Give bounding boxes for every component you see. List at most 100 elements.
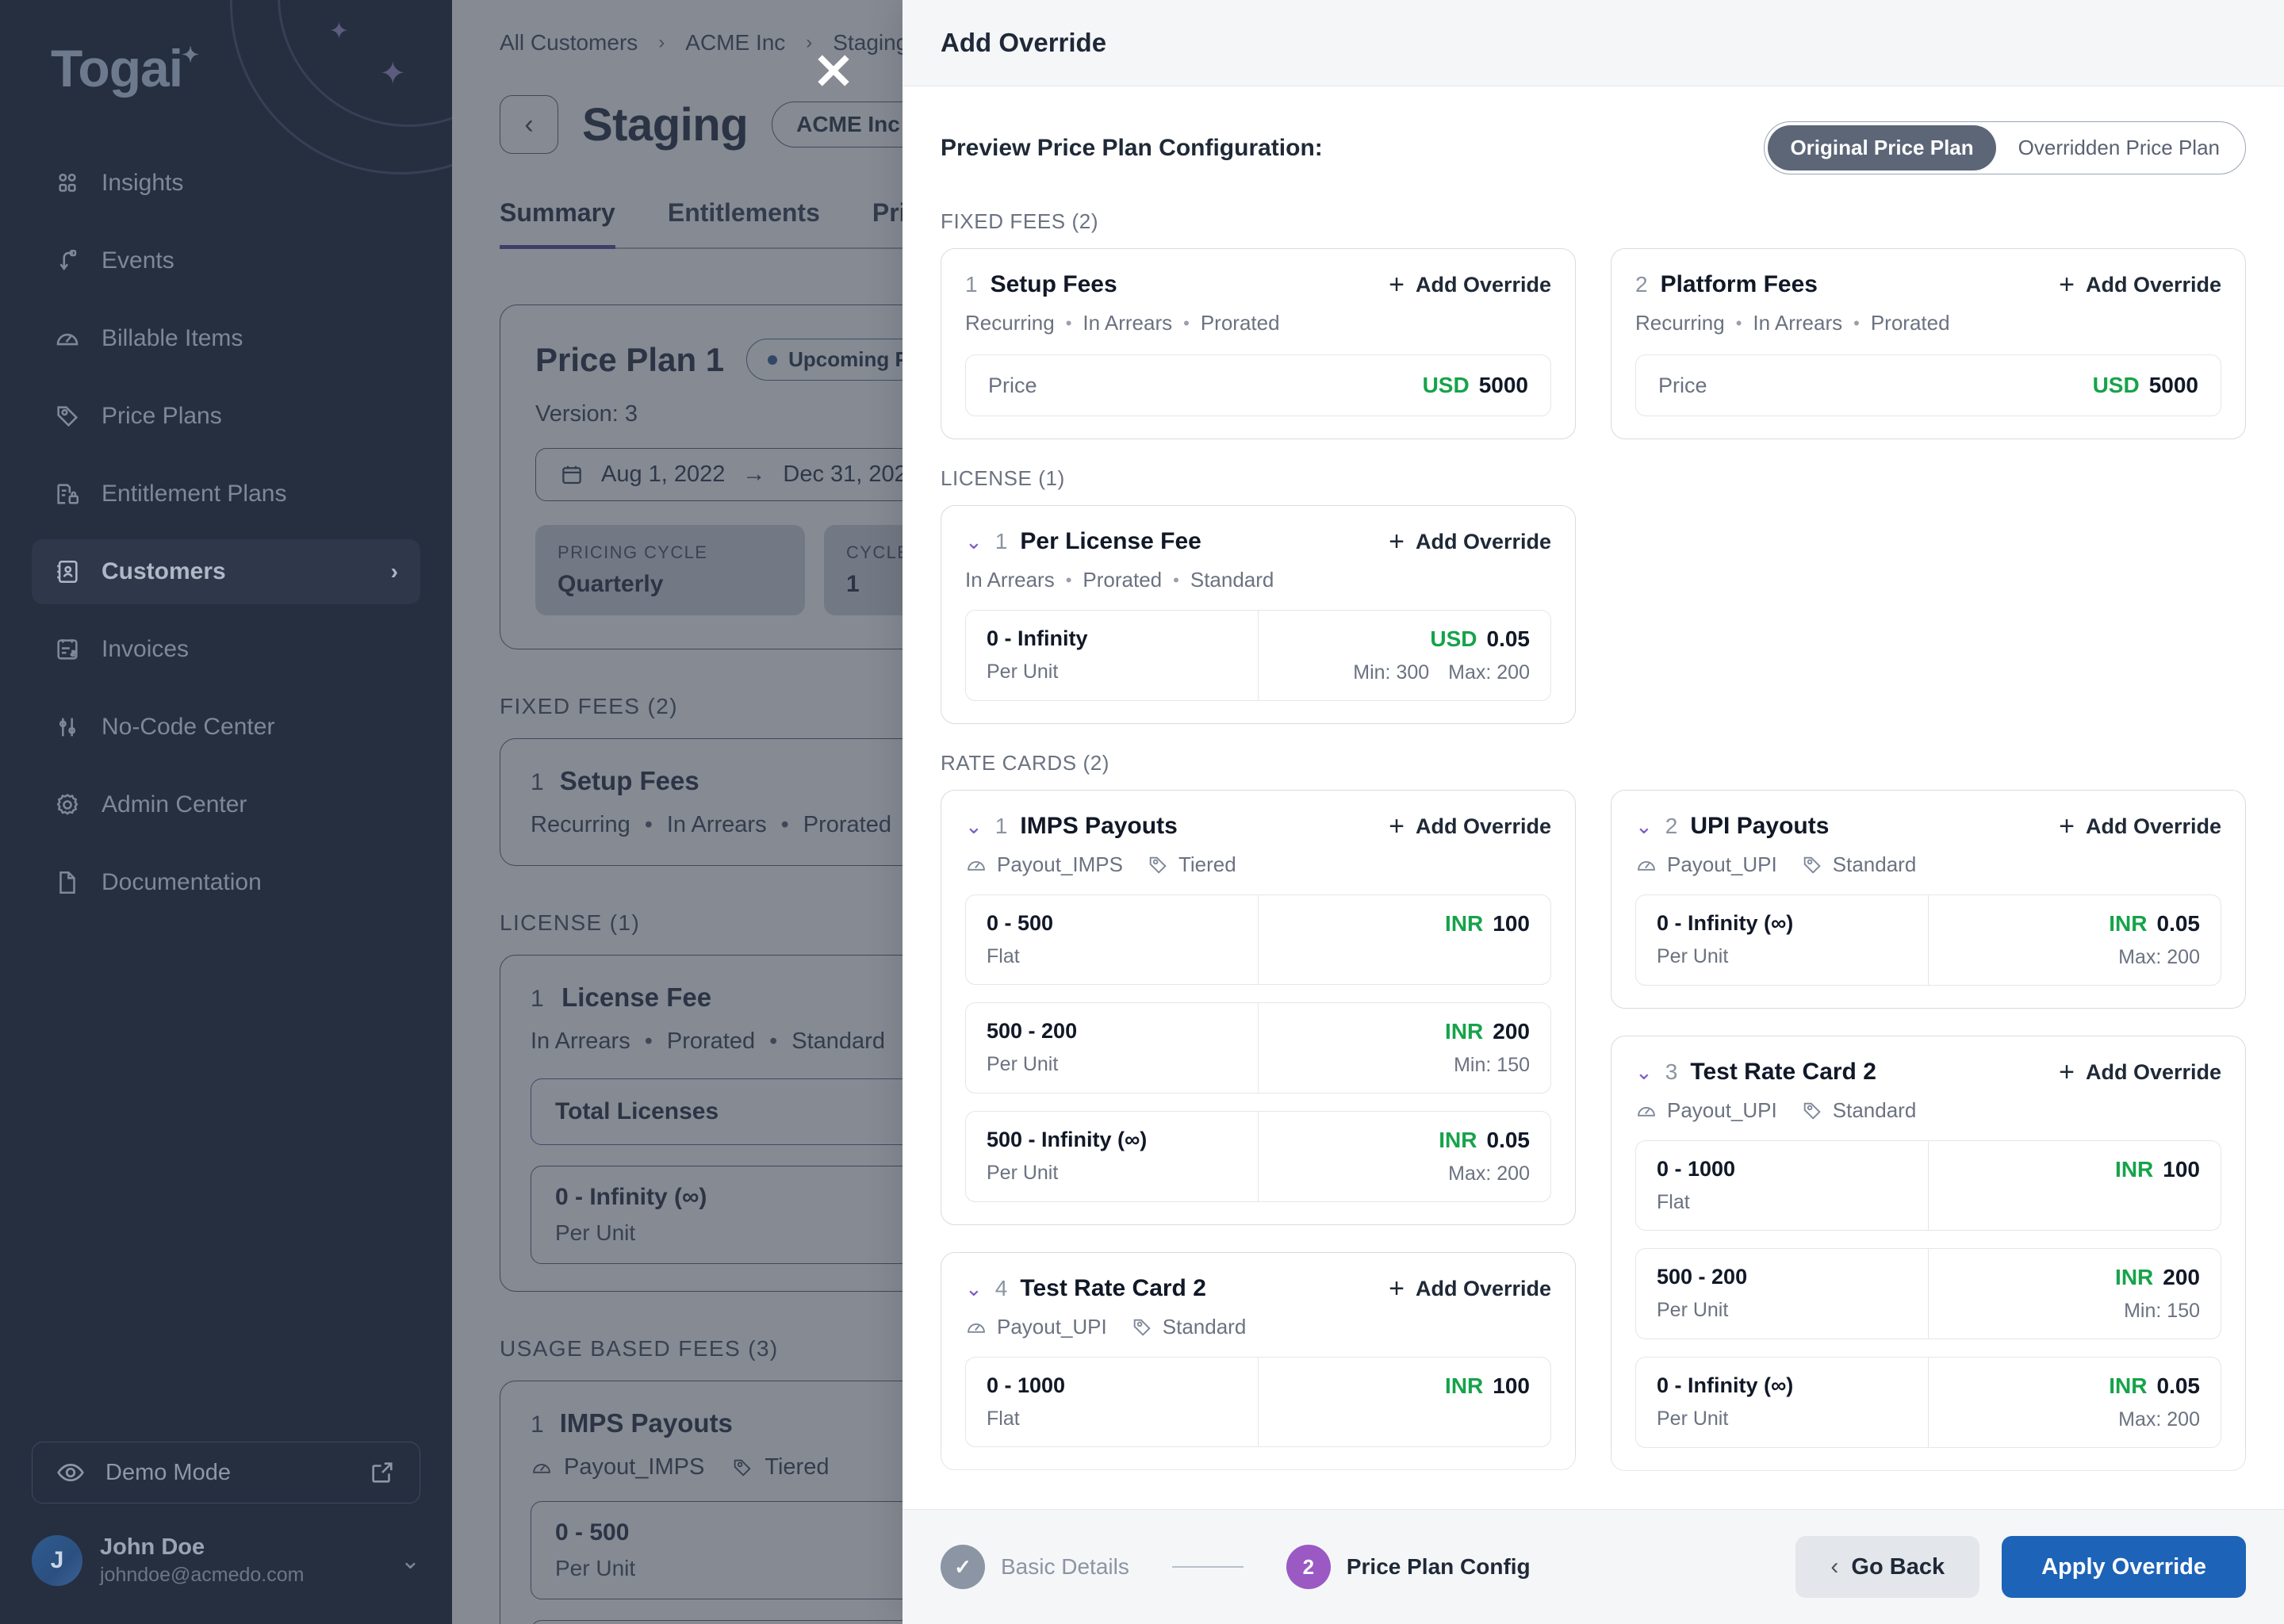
meta-item: Recurring [965, 311, 1055, 335]
price-row: Price USD 5000 [1635, 354, 2221, 416]
add-override-label: Add Override [1415, 814, 1551, 838]
chevron-down-icon[interactable]: ⌄ [1635, 816, 1653, 837]
add-override-button[interactable]: + Add Override [1389, 528, 1551, 555]
add-override-button[interactable]: + Add Override [2059, 271, 2221, 298]
step-basic-details[interactable]: ✓ Basic Details [941, 1545, 1129, 1589]
tier-amount: 200 [2163, 1265, 2200, 1289]
currency-code: INR [1445, 1019, 1484, 1044]
branch-icon [54, 247, 81, 274]
user-profile[interactable]: J John Doe johndoe@acmedo.com ⌄ [32, 1521, 420, 1600]
sidebar-item-events[interactable]: Events [32, 228, 420, 293]
tier-range: 0 - 1000 [1657, 1157, 1736, 1181]
tag-icon [1133, 1319, 1151, 1336]
sidebar-item-customers[interactable]: Customers › [32, 539, 420, 604]
sidebar-item-entitlement-plans[interactable]: Entitlement Plans [32, 462, 420, 527]
pricing-model: Standard [1832, 1098, 1917, 1122]
add-override-label: Add Override [1415, 529, 1551, 553]
tier-row: 0 - Infinity (∞) Per Unit INR 0.05 Max: 200 [1635, 894, 2221, 986]
group-label: FIXED FEES (2) [941, 209, 1099, 233]
sidebar-item-documentation[interactable]: Documentation [32, 850, 420, 915]
chevron-down-icon[interactable]: ⌄ [400, 1547, 420, 1575]
plus-icon: + [2059, 1057, 2075, 1087]
apply-override-button[interactable]: Apply Override [2002, 1536, 2246, 1598]
step-price-plan-config[interactable]: 2 Price Plan Config [1286, 1545, 1531, 1589]
fee-card-setup-fees[interactable]: 1 Setup Fees + Add Override Recurring• [941, 248, 1576, 439]
rate-card-imps-payouts[interactable]: ⌄ 1 IMPS Payouts + Add Override Payout_I… [941, 790, 1576, 1225]
gauge-icon [1638, 1106, 1655, 1116]
add-override-button[interactable]: + Add Override [1389, 813, 1551, 840]
usage-meter: Payout_IMPS [997, 852, 1123, 876]
price-label: Price [1658, 373, 1707, 397]
tier-row: 500 - Infinity (∞) Per Unit INR 0.05 Max: 2… [965, 1111, 1551, 1202]
card-number: 1 [994, 529, 1008, 553]
tag-icon [1803, 856, 1821, 874]
add-override-button[interactable]: + Add Override [1389, 1275, 1551, 1302]
usage-meter: Payout_UPI [1667, 852, 1777, 876]
fee-card-platform-fees[interactable]: 2 Platform Fees + Add Override Recurring… [1611, 248, 2246, 439]
add-override-button[interactable]: + Add Override [1389, 271, 1551, 298]
step-marker-check-icon: ✓ [941, 1545, 985, 1589]
invoice-icon [54, 636, 81, 663]
demo-mode-button[interactable]: Demo Mode [32, 1442, 420, 1503]
sidebar-item-billable-items[interactable]: Billable Items [32, 306, 420, 371]
go-back-button[interactable]: ‹ Go Back [1795, 1536, 1980, 1598]
app-logo[interactable]: Togai ✦ [51, 38, 199, 98]
tier-amount: 0.05 [2156, 1373, 2201, 1398]
group-fixed-fees: FIXED FEES (2) 1 Setup Fees + Add Overri… [941, 209, 2246, 466]
currency-code: USD [1430, 626, 1477, 651]
sidebar-item-insights[interactable]: Insights [32, 151, 420, 216]
currency-code: USD [2092, 373, 2140, 397]
plus-icon: + [2059, 811, 2075, 841]
tier-amount: 100 [1493, 911, 1530, 936]
document-icon [54, 869, 81, 896]
chevron-down-icon[interactable]: ⌄ [965, 816, 983, 837]
price-amount: 5000 [2148, 373, 2198, 397]
eye-icon [57, 1463, 84, 1482]
chevron-down-icon[interactable]: ⌄ [965, 531, 983, 552]
meta-item: Standard [1190, 568, 1274, 592]
chevron-down-icon[interactable]: ⌄ [965, 1278, 983, 1299]
meta-item: Prorated [1083, 568, 1163, 592]
currency-code: INR [1439, 1128, 1477, 1152]
add-override-label: Add Override [1415, 272, 1551, 297]
toggle-overridden-price-plan[interactable]: Overridden Price Plan [1996, 125, 2242, 170]
fee-card-per-license-fee[interactable]: ⌄ 1 Per License Fee + Add Override In Ar… [941, 505, 1576, 724]
plus-icon: + [1389, 811, 1405, 841]
sidebar-item-invoices[interactable]: Invoices [32, 617, 420, 682]
group-label: LICENSE (1) [941, 466, 1065, 490]
tier-amount: 100 [1493, 1373, 1530, 1398]
step-connector [1171, 1566, 1244, 1568]
sidebar-item-admin-center[interactable]: Admin Center [32, 772, 420, 837]
sidebar-item-label: Insights [102, 170, 184, 196]
tier-row: 0 - 1000 Flat INR 100 [965, 1357, 1551, 1447]
card-name: Platform Fees [1660, 271, 1818, 297]
decorative-ring [230, 0, 452, 174]
rate-card-test-rate-card-2-left[interactable]: ⌄ 4 Test Rate Card 2 + Add Override Payo… [941, 1252, 1576, 1470]
preview-row: Preview Price Plan Configuration: Origin… [941, 121, 2246, 174]
card-number: 4 [994, 1276, 1008, 1300]
add-override-button[interactable]: + Add Override [2059, 1059, 2221, 1086]
rate-card-upi-payouts[interactable]: ⌄ 2 UPI Payouts + Add Override Payout_UP… [1611, 790, 2246, 1009]
add-override-button[interactable]: + Add Override [2059, 813, 2221, 840]
rate-card-test-rate-card-2-right[interactable]: ⌄ 3 Test Rate Card 2 + Add Override Payo… [1611, 1036, 2246, 1471]
step-label: Basic Details [1001, 1554, 1129, 1579]
step-marker-number: 2 [1286, 1545, 1331, 1589]
chevron-right-icon: › [390, 559, 398, 584]
chevron-down-icon[interactable]: ⌄ [1635, 1062, 1653, 1082]
modal-body[interactable]: Preview Price Plan Configuration: Origin… [902, 86, 2284, 1509]
price-plan-toggle[interactable]: Original Price Plan Overridden Price Pla… [1764, 121, 2246, 174]
card-name: Test Rate Card 2 [1690, 1059, 1876, 1085]
modal-header: Add Override [902, 0, 2284, 86]
group-license: LICENSE (1) ⌄ 1 Per License Fee + Add Ov… [941, 466, 2246, 751]
add-override-label: Add Override [2085, 272, 2221, 297]
close-icon[interactable] [811, 48, 856, 94]
price-label: Price [988, 373, 1037, 397]
sidebar-item-price-plans[interactable]: Price Plans [32, 384, 420, 449]
sliders-icon [54, 714, 81, 741]
step-label: Price Plan Config [1346, 1554, 1531, 1579]
sidebar-item-no-code-center[interactable]: No-Code Center [32, 695, 420, 760]
toggle-original-price-plan[interactable]: Original Price Plan [1768, 125, 1996, 170]
tier-range: 500 - Infinity (∞) [987, 1128, 1148, 1151]
sidebar-item-label: Price Plans [102, 403, 222, 429]
gauge-icon [968, 860, 985, 871]
